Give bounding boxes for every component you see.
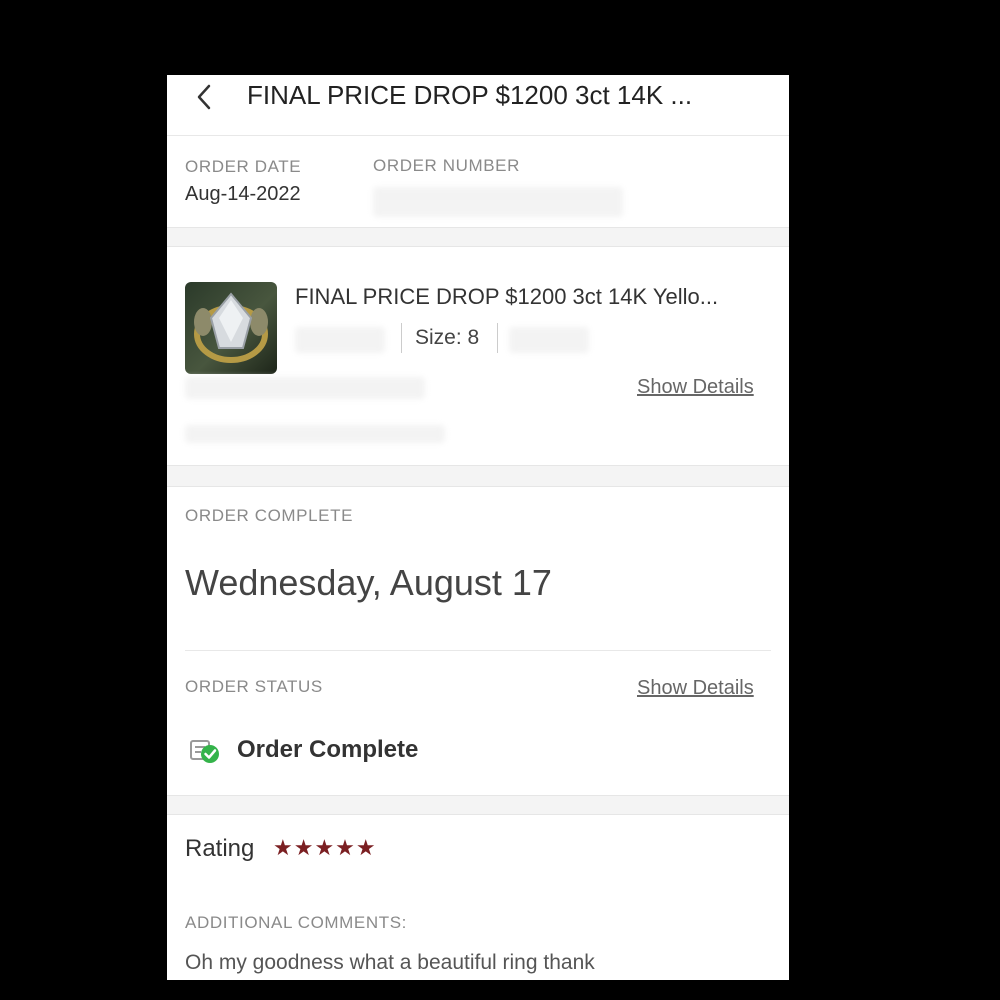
attribute-separator: [497, 323, 498, 353]
divider: [185, 650, 771, 651]
order-number-label: ORDER NUMBER: [373, 156, 520, 175]
order-status-text: Order Complete: [237, 736, 419, 763]
rating-label: Rating: [185, 835, 255, 862]
redacted-item-note: [185, 425, 445, 443]
rating-stars: ★★★★★: [273, 835, 377, 860]
redacted-item-attribute: [295, 327, 385, 353]
status-show-details-link[interactable]: Show Details: [637, 677, 754, 700]
item-show-details-link[interactable]: Show Details: [637, 376, 754, 399]
ring-thumbnail[interactable]: [185, 282, 277, 374]
comment-text: Oh my goodness what a beautiful ring tha…: [185, 951, 595, 974]
section-divider: [167, 795, 789, 815]
redacted-item-attribute: [509, 327, 589, 353]
chevron-left-icon[interactable]: [193, 81, 215, 113]
item-size: Size: 8: [415, 326, 480, 349]
section-divider: [167, 465, 789, 487]
order-complete-label: ORDER COMPLETE: [185, 506, 354, 525]
ring-image-icon: [194, 292, 268, 363]
order-date-value: Aug-14-2022: [185, 183, 301, 205]
header-bar: FINAL PRICE DROP $1200 3ct 14K ...: [167, 75, 789, 136]
redacted-order-number: [373, 187, 623, 217]
order-status-label: ORDER STATUS: [185, 677, 323, 696]
order-detail-screen: FINAL PRICE DROP $1200 3ct 14K ... ORDER…: [167, 75, 789, 980]
additional-comments-label: ADDITIONAL COMMENTS:: [185, 913, 407, 932]
order-date-label: ORDER DATE: [185, 157, 302, 176]
package-check-icon: [190, 740, 219, 763]
page-title: FINAL PRICE DROP $1200 3ct 14K ...: [247, 80, 693, 110]
completion-date: Wednesday, August 17: [185, 562, 552, 603]
attribute-separator: [401, 323, 402, 353]
item-title[interactable]: FINAL PRICE DROP $1200 3ct 14K Yello...: [295, 284, 781, 310]
redacted-item-price: [185, 377, 425, 399]
section-divider: [167, 227, 789, 247]
